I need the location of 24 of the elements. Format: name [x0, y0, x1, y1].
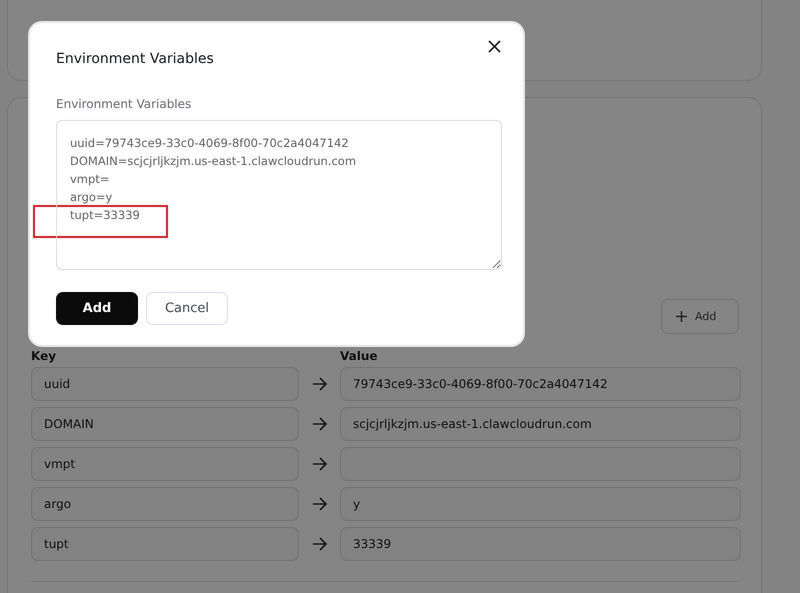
column-header: Key: [31, 350, 58, 362]
add-button[interactable]: Add: [661, 299, 739, 334]
key-field[interactable]: vmpt: [31, 447, 299, 481]
key-field[interactable]: argo: [31, 487, 299, 521]
key-field[interactable]: DOMAIN: [31, 407, 299, 441]
cancel-button[interactable]: Cancel: [146, 292, 228, 325]
close-icon[interactable]: [488, 40, 501, 53]
text-area[interactable]: uuid=79743ce9-33c0-4069-8f00-70c2a4047142 DOMAIN=scjcjrljkzjm.us-east-1.clawcloudrun.com vmpt= argo=y tupt=33339: [56, 120, 502, 270]
arrow-right-icon: [312, 497, 328, 511]
value-field[interactable]: y: [340, 487, 741, 521]
value-field[interactable]: 33339: [340, 527, 741, 561]
key-field[interactable]: tupt: [31, 527, 299, 561]
add-button[interactable]: Add: [56, 292, 138, 325]
value-field[interactable]: scjcjrljkzjm.us-east-1.clawcloudrun.com: [340, 407, 741, 441]
plus-icon: [676, 311, 687, 322]
key-field[interactable]: uuid: [31, 367, 299, 401]
arrow-right-icon: [312, 457, 328, 471]
column-header: Value: [340, 350, 379, 362]
field-label: Environment Variables: [56, 97, 192, 111]
value-field[interactable]: 79743ce9-33c0-4069-8f00-70c2a4047142: [340, 367, 741, 401]
dialog-title: Environment Variables: [56, 51, 214, 67]
arrow-right-icon: [312, 417, 328, 431]
arrow-right-icon: [312, 537, 328, 551]
arrow-right-icon: [312, 377, 328, 391]
